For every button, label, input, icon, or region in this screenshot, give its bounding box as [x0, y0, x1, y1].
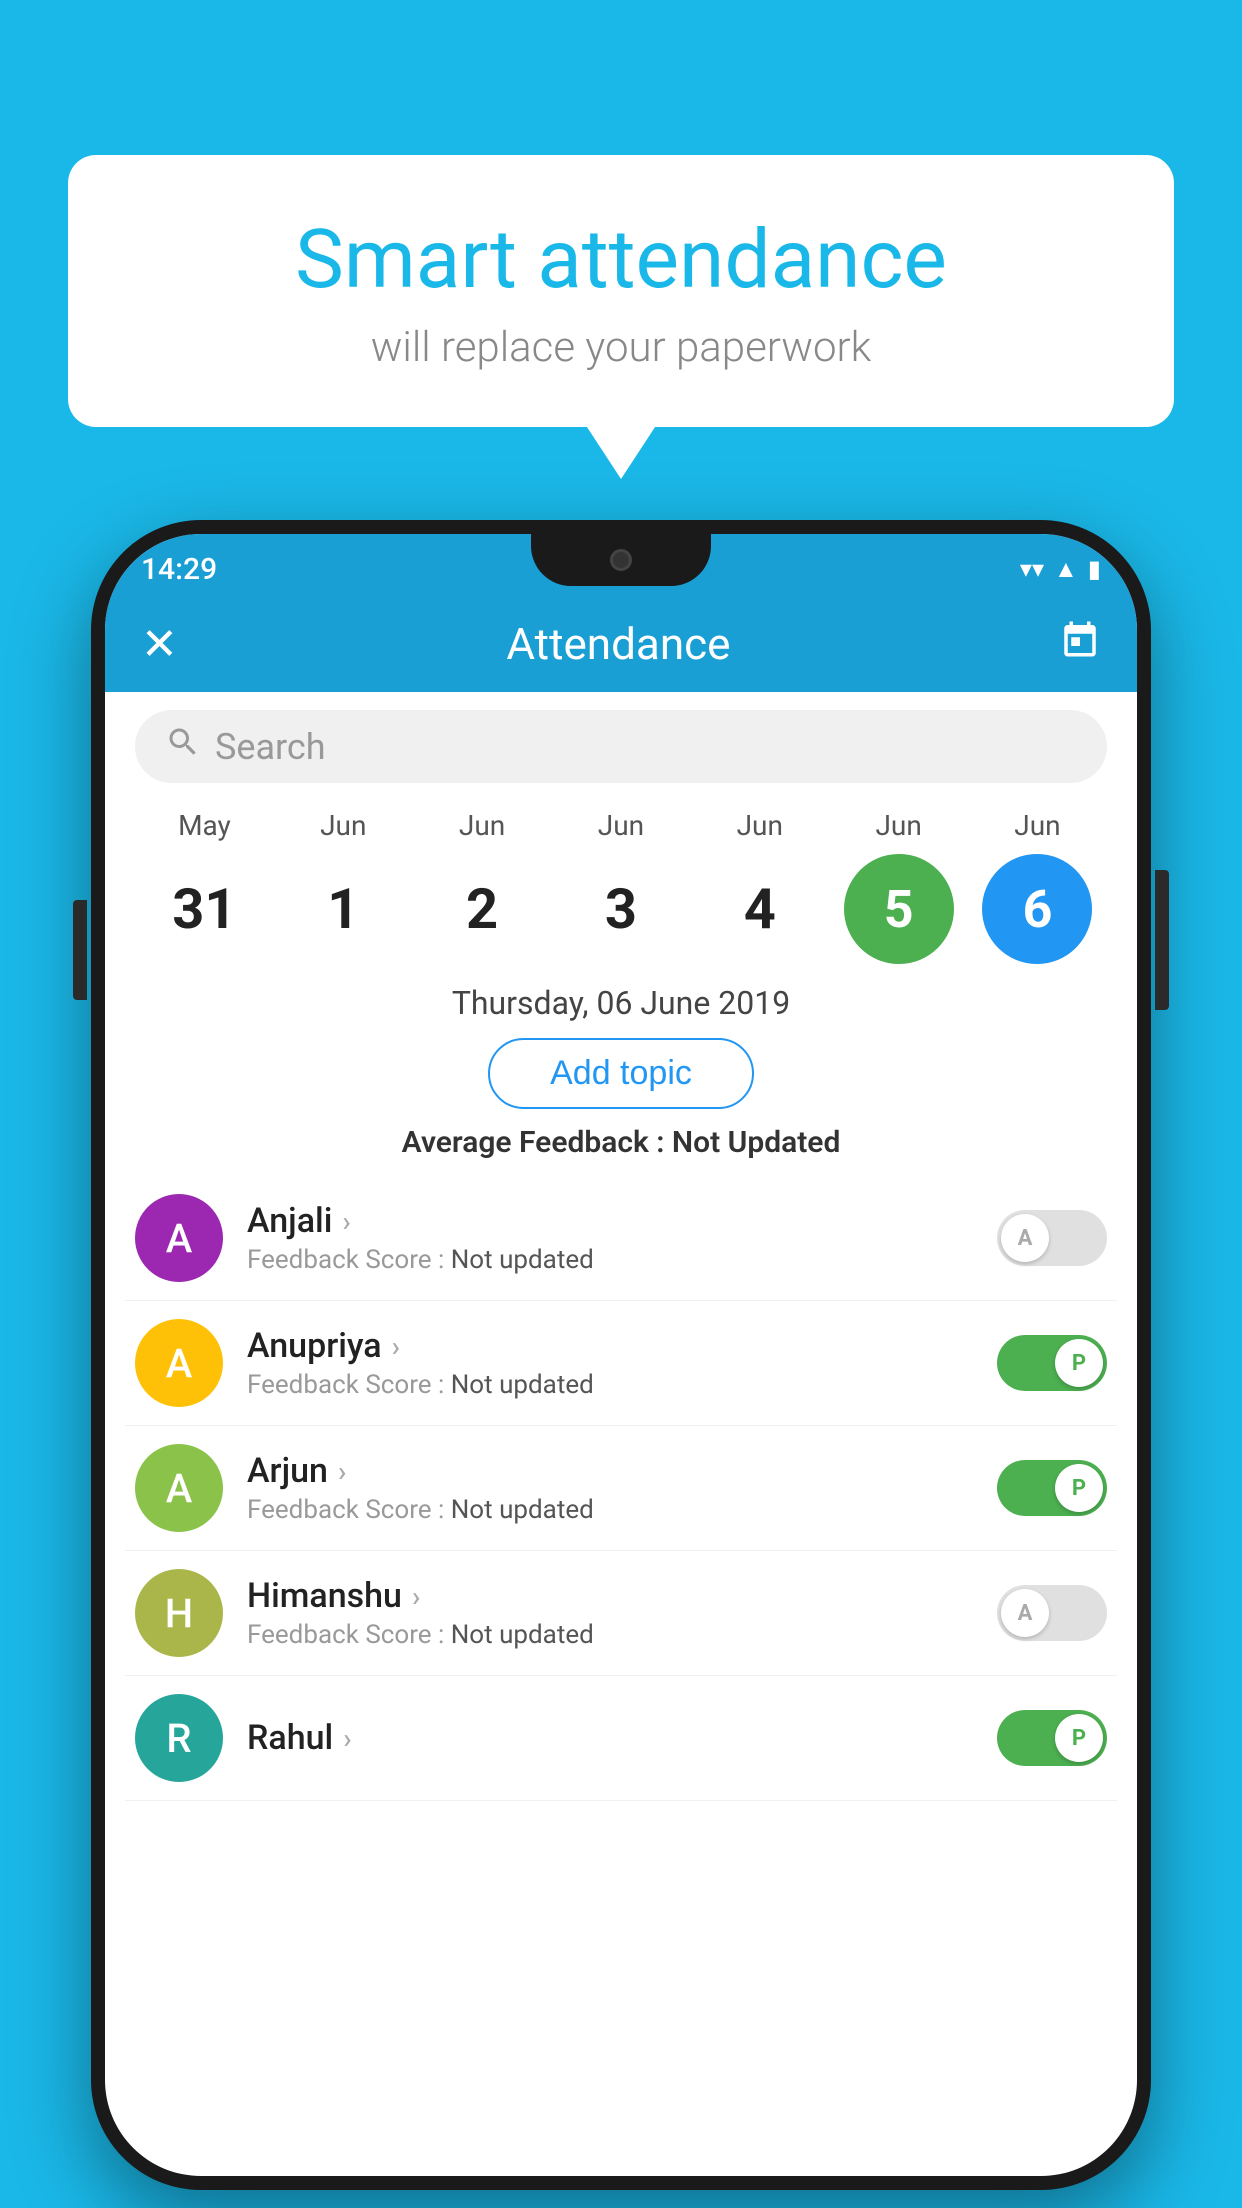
phone-notch	[531, 534, 711, 586]
app-header: ✕ Attendance	[105, 596, 1137, 692]
student-info-rahul: Rahul ›	[247, 1718, 997, 1758]
month-may[interactable]: May	[139, 809, 269, 842]
toggle-rahul[interactable]: P	[997, 1710, 1107, 1766]
student-item-rahul[interactable]: R Rahul › P	[125, 1676, 1117, 1801]
student-list: A Anjali › Feedback Score : Not updated …	[105, 1176, 1137, 1801]
phone-shell: 14:29 ▾▾ ▲ ▮ ✕ Attendance	[91, 520, 1151, 2190]
student-name-himanshu: Himanshu ›	[247, 1576, 997, 1616]
date-months-row: May Jun Jun Jun Jun Jun Jun	[125, 809, 1117, 842]
student-info-anupriya: Anupriya › Feedback Score : Not updated	[247, 1326, 997, 1400]
camera	[610, 549, 632, 571]
month-jun-2[interactable]: Jun	[417, 809, 547, 842]
student-name-anupriya: Anupriya ›	[247, 1326, 997, 1366]
search-placeholder: Search	[215, 726, 326, 768]
day-6-selected[interactable]: 6	[972, 854, 1102, 964]
month-jun-4[interactable]: Jun	[695, 809, 825, 842]
student-name-arjun: Arjun ›	[247, 1451, 997, 1491]
search-bar[interactable]: Search	[135, 710, 1107, 783]
date-selector: May Jun Jun Jun Jun Jun Jun 31 1 2 3 4 5	[105, 801, 1137, 964]
month-jun-3[interactable]: Jun	[556, 809, 686, 842]
student-name-anjali: Anjali ›	[247, 1201, 997, 1241]
avatar-rahul: R	[135, 1694, 223, 1782]
student-item-anupriya[interactable]: A Anupriya › Feedback Score : Not update…	[125, 1301, 1117, 1426]
selected-date-label: Thursday, 06 June 2019	[105, 984, 1137, 1022]
avatar-himanshu: H	[135, 1569, 223, 1657]
day-31[interactable]: 31	[139, 876, 269, 942]
phone-container: 14:29 ▾▾ ▲ ▮ ✕ Attendance	[91, 520, 1151, 2190]
student-item-arjun[interactable]: A Arjun › Feedback Score : Not updated P	[125, 1426, 1117, 1551]
toggle-anupriya[interactable]: P	[997, 1335, 1107, 1391]
chevron-right-icon: ›	[412, 1580, 420, 1613]
wifi-icon: ▾▾	[1020, 555, 1044, 583]
month-jun-6[interactable]: Jun	[972, 809, 1102, 842]
add-topic-button[interactable]: Add topic	[488, 1038, 754, 1109]
student-feedback-anjali: Feedback Score : Not updated	[247, 1245, 997, 1275]
date-days-row: 31 1 2 3 4 5 6	[125, 842, 1117, 964]
chevron-right-icon: ›	[338, 1455, 346, 1488]
avg-feedback-label: Average Feedback :	[402, 1125, 665, 1160]
speech-bubble: Smart attendance will replace your paper…	[68, 155, 1174, 427]
chevron-right-icon: ›	[392, 1330, 400, 1363]
toggle-anjali[interactable]: A	[997, 1210, 1107, 1266]
student-info-himanshu: Himanshu › Feedback Score : Not updated	[247, 1576, 997, 1650]
day-5-selected[interactable]: 5	[834, 854, 964, 964]
status-icons: ▾▾ ▲ ▮	[1020, 555, 1101, 584]
avatar-anupriya: A	[135, 1319, 223, 1407]
avg-feedback-value: Not Updated	[672, 1125, 840, 1160]
day-4[interactable]: 4	[695, 876, 825, 942]
status-time: 14:29	[141, 552, 217, 587]
day-1[interactable]: 1	[278, 876, 408, 942]
speech-bubble-container: Smart attendance will replace your paper…	[68, 155, 1174, 427]
avatar-anjali: A	[135, 1194, 223, 1282]
student-item-anjali[interactable]: A Anjali › Feedback Score : Not updated …	[125, 1176, 1117, 1301]
day-3[interactable]: 3	[556, 876, 686, 942]
speech-bubble-title: Smart attendance	[118, 215, 1124, 305]
toggle-arjun[interactable]: P	[997, 1460, 1107, 1516]
phone-screen: 14:29 ▾▾ ▲ ▮ ✕ Attendance	[105, 534, 1137, 2176]
chevron-right-icon: ›	[343, 1722, 351, 1755]
signal-icon: ▲	[1054, 555, 1078, 584]
month-jun-5[interactable]: Jun	[834, 809, 964, 842]
student-name-rahul: Rahul ›	[247, 1718, 997, 1758]
search-icon	[165, 724, 201, 769]
day-2[interactable]: 2	[417, 876, 547, 942]
student-feedback-himanshu: Feedback Score : Not updated	[247, 1620, 997, 1650]
chevron-right-icon: ›	[342, 1205, 350, 1238]
average-feedback: Average Feedback : Not Updated	[105, 1125, 1137, 1160]
month-jun-1[interactable]: Jun	[278, 809, 408, 842]
student-info-arjun: Arjun › Feedback Score : Not updated	[247, 1451, 997, 1525]
avatar-arjun: A	[135, 1444, 223, 1532]
toggle-himanshu[interactable]: A	[997, 1585, 1107, 1641]
speech-bubble-subtitle: will replace your paperwork	[118, 323, 1124, 372]
student-info-anjali: Anjali › Feedback Score : Not updated	[247, 1201, 997, 1275]
student-feedback-arjun: Feedback Score : Not updated	[247, 1495, 997, 1525]
calendar-icon[interactable]	[1059, 618, 1101, 670]
header-title: Attendance	[506, 618, 730, 670]
battery-icon: ▮	[1088, 555, 1101, 583]
student-feedback-anupriya: Feedback Score : Not updated	[247, 1370, 997, 1400]
student-item-himanshu[interactable]: H Himanshu › Feedback Score : Not update…	[125, 1551, 1117, 1676]
close-button[interactable]: ✕	[141, 618, 178, 670]
